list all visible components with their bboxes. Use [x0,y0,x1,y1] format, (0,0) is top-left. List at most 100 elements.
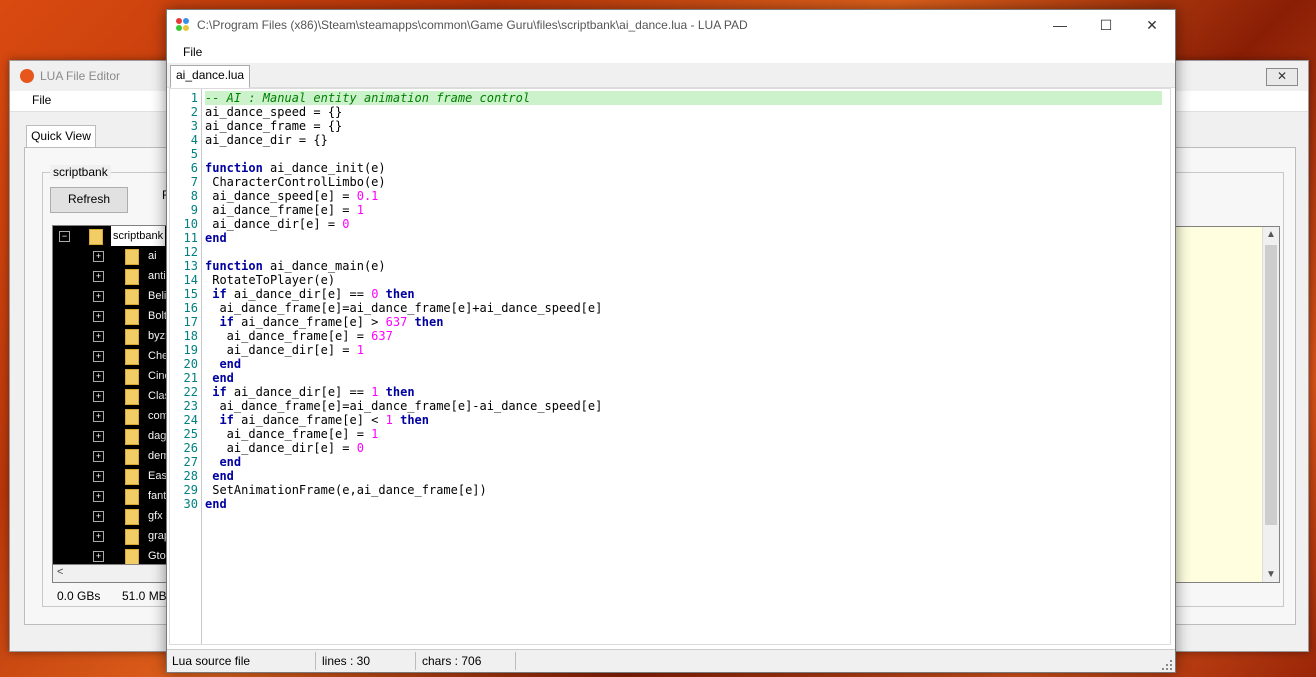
group-label: scriptbank [50,165,111,179]
plus-box-icon[interactable]: + [93,491,104,502]
maximize-button[interactable]: ☐ [1083,10,1129,41]
line-number: 9 [190,203,198,217]
code-line[interactable]: if ai_dance_frame[e] > 637 then [205,315,1162,329]
plus-box-icon[interactable]: + [93,471,104,482]
code-editor[interactable]: 1 2 3 4 5 6 7 8 9 10 11 12 13 14 15 16 17 18 19 20 21 22 23 24 2… [169,88,1171,645]
code-line[interactable]: CharacterControlLimbo(e) [205,175,1162,189]
menu-file[interactable]: File [183,45,202,59]
scroll-left-icon[interactable]: < [57,566,63,578]
line-number: 8 [190,189,198,203]
plus-box-icon[interactable]: + [93,331,104,342]
tab-strip: ai_dance.lua [167,63,1175,88]
lua-pad-window: C:\Program Files (x86)\Steam\steamapps\c… [166,9,1176,673]
code-line[interactable]: if ai_dance_dir[e] == 0 then [205,287,1162,301]
code-line[interactable]: ai_dance_dir[e] = 0 [205,441,1162,455]
resize-grip-icon[interactable] [1162,660,1172,670]
code-line[interactable]: ai_dance_frame[e] = 637 [205,329,1162,343]
preview-vertical-scrollbar[interactable]: ▲ ▼ [1262,227,1279,582]
tree-root-label: scriptbank [111,226,166,246]
plus-box-icon[interactable]: + [93,371,104,382]
line-number: 1 [190,91,198,105]
folder-icon [125,269,139,285]
line-number: 10 [183,217,198,231]
plus-box-icon[interactable]: + [93,531,104,542]
folder-icon [125,509,139,525]
line-number: 14 [183,273,198,287]
tree-item-label: Bolt [148,310,167,322]
tab-quick-view[interactable]: Quick View [26,125,96,148]
line-number: 24 [183,413,198,427]
code-line[interactable]: end [205,357,1162,371]
code-line[interactable]: ai_dance_frame[e] = 1 [205,203,1162,217]
code-line[interactable]: ai_dance_frame[e] = 1 [205,427,1162,441]
plus-box-icon[interactable]: + [93,431,104,442]
code-line[interactable]: end [205,455,1162,469]
minimize-button[interactable]: — [1037,10,1083,41]
scroll-down-icon[interactable]: ▼ [1266,569,1276,580]
scroll-thumb[interactable] [1265,245,1277,525]
plus-box-icon[interactable]: + [93,391,104,402]
code-line[interactable]: -- AI : Manual entity animation frame co… [205,91,1162,105]
folder-icon [125,369,139,385]
plus-box-icon[interactable]: + [93,511,104,522]
preview-pane[interactable]: ▲ ▼ [1170,226,1280,583]
plus-box-icon[interactable]: + [93,451,104,462]
plus-box-icon[interactable]: + [93,351,104,362]
tree-horizontal-scrollbar[interactable]: < [52,564,174,583]
code-line[interactable]: end [205,497,1162,511]
code-line[interactable]: ai_dance_dir[e] = 0 [205,217,1162,231]
plus-box-icon[interactable]: + [93,291,104,302]
minus-box-icon[interactable]: − [59,231,70,242]
code-line[interactable]: RotateToPlayer(e) [205,273,1162,287]
tab-ai-dance-lua[interactable]: ai_dance.lua [170,65,251,88]
code-line[interactable]: if ai_dance_dir[e] == 1 then [205,385,1162,399]
code-line[interactable]: ai_dance_frame = {} [205,119,1162,133]
plus-box-icon[interactable]: + [93,251,104,262]
folder-icon [125,329,139,345]
scroll-up-icon[interactable]: ▲ [1266,229,1276,240]
code-line[interactable]: ai_dance_speed = {} [205,105,1162,119]
code-line[interactable]: end [205,231,1162,245]
tree-item-label: fant [148,490,167,502]
code-line[interactable]: ai_dance_speed[e] = 0.1 [205,189,1162,203]
folder-icon [125,489,139,505]
folder-icon [125,349,139,365]
back-menu-file[interactable]: File [32,93,51,107]
code-line[interactable]: ai_dance_frame[e]=ai_dance_frame[e]+ai_d… [205,301,1162,315]
plus-box-icon[interactable]: + [93,411,104,422]
close-button[interactable]: ✕ [1129,10,1175,41]
line-number: 17 [183,315,198,329]
code-line[interactable]: ai_dance_dir[e] = 1 [205,343,1162,357]
line-number-gutter: 1 2 3 4 5 6 7 8 9 10 11 12 13 14 15 16 17 18 19 20 21 22 23 24 2… [170,89,202,644]
menubar: File [167,41,1175,63]
titlebar: C:\Program Files (x86)\Steam\steamapps\c… [167,10,1175,41]
line-number: 18 [183,329,198,343]
folder-tree[interactable]: − scriptbank + ai + anti + Belie + Bolt + byzr + Ch… [52,225,174,580]
code-line[interactable]: ai_dance_frame[e]=ai_dance_frame[e]-ai_d… [205,399,1162,413]
refresh-button[interactable]: Refresh [50,187,128,213]
code-line[interactable]: ai_dance_dir = {} [205,133,1162,147]
line-number: 29 [183,483,198,497]
code-line[interactable]: if ai_dance_frame[e] < 1 then [205,413,1162,427]
back-close-button[interactable]: ✕ [1266,68,1298,86]
folder-icon [125,409,139,425]
lua-editor-app-icon [20,69,34,83]
code-line[interactable]: end [205,371,1162,385]
line-number: 26 [183,441,198,455]
plus-box-icon[interactable]: + [93,271,104,282]
code-line[interactable] [205,245,1162,259]
code-line[interactable]: function ai_dance_main(e) [205,259,1162,273]
folder-icon [89,229,103,245]
code-line[interactable]: end [205,469,1162,483]
plus-box-icon[interactable]: + [93,311,104,322]
code-line[interactable]: function ai_dance_init(e) [205,161,1162,175]
tree-item-label: gfx [148,510,163,522]
folder-icon [125,309,139,325]
folder-icon [125,449,139,465]
line-number: 4 [190,133,198,147]
folder-icon [125,249,139,265]
status-lines: lines : 30 [322,654,371,668]
code-line[interactable]: SetAnimationFrame(e,ai_dance_frame[e]) [205,483,1162,497]
code-line[interactable] [205,147,1162,161]
plus-box-icon[interactable]: + [93,551,104,562]
